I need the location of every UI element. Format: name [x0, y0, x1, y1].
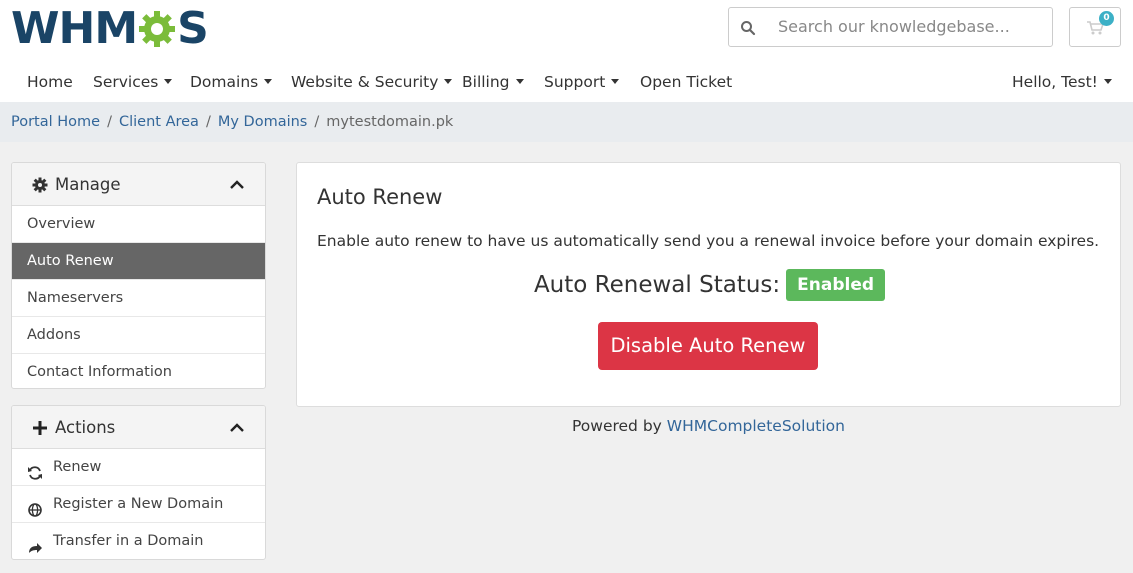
sidebar-item-addons[interactable]: Addons [12, 317, 265, 354]
sidebar-item-renew-label: Renew [53, 459, 102, 475]
sidebar-item-nameservers[interactable]: Nameservers [12, 280, 265, 317]
breadcrumb-current: mytestdomain.pk [326, 114, 454, 130]
nav-open-ticket-label: Open Ticket [640, 73, 733, 91]
plus-icon [32, 420, 48, 436]
footer-powered-by: Powered by [572, 417, 662, 435]
actions-panel-title: Actions [55, 418, 116, 437]
auto-renew-description: Enable auto renew to have us automatical… [317, 232, 1100, 250]
footer-whmcs-link[interactable]: WHMCompleteSolution [667, 417, 845, 435]
manage-panel-title: Manage [55, 175, 121, 194]
manage-panel-header[interactable]: Manage [12, 163, 265, 206]
breadcrumb: Portal Home / Client Area / My Domains / mytes… [0, 102, 1133, 142]
chevron-up-icon[interactable] [229, 177, 245, 191]
site-header: WHM S Search our knowledgebase... 0 Home… [0, 0, 1133, 102]
status-label: Auto Renewal Status: [533, 272, 781, 298]
nav-support[interactable]: Support [544, 64, 620, 100]
breadcrumb-client-area[interactable]: Client Area [119, 114, 199, 130]
nav-open-ticket[interactable]: Open Ticket [640, 64, 732, 100]
search-icon [740, 20, 756, 36]
sidebar-item-contact-information[interactable]: Contact Information [12, 354, 265, 388]
knowledgebase-search[interactable]: Search our knowledgebase... [728, 7, 1053, 47]
caret-down-icon [164, 79, 173, 84]
sidebar-item-register-domain[interactable]: Register a New Domain [12, 486, 265, 523]
nav-domains-label: Domains [190, 73, 259, 91]
sidebar-item-renew[interactable]: Renew [12, 449, 265, 486]
auto-renew-card: Auto Renew Enable auto renew to have us … [296, 162, 1121, 407]
disable-auto-renew-button[interactable]: Disable Auto Renew [598, 322, 818, 370]
logo-text-suffix: S [177, 3, 209, 54]
gear-icon [32, 177, 48, 193]
nav-website-security-label: Website & Security [291, 73, 439, 91]
breadcrumb-separator: / [107, 114, 112, 130]
nav-user-menu[interactable]: Hello, Test! [1012, 64, 1112, 100]
caret-down-icon [264, 79, 273, 84]
breadcrumb-separator: / [205, 114, 211, 130]
caret-down-icon [1103, 79, 1112, 84]
nav-services[interactable]: Services [93, 64, 173, 100]
actions-panel-header[interactable]: Actions [12, 406, 265, 449]
breadcrumb-portal-home[interactable]: Portal Home [11, 114, 100, 130]
page-title: Auto Renew [317, 185, 443, 209]
manage-panel: Manage Overview Auto Renew Nameservers A… [11, 162, 266, 389]
auto-renew-status: Auto Renewal Status: Enabled [297, 269, 1122, 301]
nav-domains[interactable]: Domains [190, 64, 273, 100]
footer: Powered by WHMCompleteSolution [296, 417, 1121, 435]
caret-down-icon [515, 79, 524, 84]
globe-icon [27, 496, 43, 517]
nav-billing[interactable]: Billing [462, 64, 524, 100]
sidebar-item-transfer-domain[interactable]: Transfer in a Domain [12, 523, 265, 559]
nav-support-label: Support [544, 73, 606, 91]
nav-billing-label: Billing [462, 73, 510, 91]
nav-home[interactable]: Home [27, 64, 73, 100]
chevron-up-icon[interactable] [229, 420, 245, 434]
search-input[interactable]: Search our knowledgebase... [778, 8, 1010, 46]
share-arrow-icon [27, 533, 43, 553]
nav-user-label: Hello, Test! [1012, 73, 1098, 91]
main-nav: Home Services Domains Website & Security… [0, 64, 1133, 100]
sidebar-item-overview[interactable]: Overview [12, 206, 265, 243]
sidebar-item-auto-renew[interactable]: Auto Renew [12, 243, 265, 280]
nav-services-label: Services [93, 73, 159, 91]
nav-home-label: Home [27, 73, 73, 91]
sidebar-item-transfer-domain-label: Transfer in a Domain [53, 533, 204, 549]
refresh-icon [27, 459, 43, 480]
caret-down-icon [444, 79, 453, 84]
whmcs-logo[interactable]: WHM S [11, 3, 209, 54]
breadcrumb-separator: / [314, 114, 320, 130]
cart-button[interactable]: 0 [1069, 7, 1121, 47]
nav-website-security[interactable]: Website & Security [291, 64, 453, 100]
sidebar-item-register-domain-label: Register a New Domain [53, 496, 224, 512]
cart-count-badge: 0 [1099, 11, 1114, 26]
breadcrumb-my-domains[interactable]: My Domains [218, 114, 308, 130]
logo-gear-icon [138, 10, 176, 48]
actions-panel: Actions Renew Register a New Domain Tran… [11, 405, 266, 560]
status-badge: Enabled [786, 269, 886, 301]
caret-down-icon [611, 79, 620, 84]
logo-text-prefix: WHM [11, 3, 138, 54]
